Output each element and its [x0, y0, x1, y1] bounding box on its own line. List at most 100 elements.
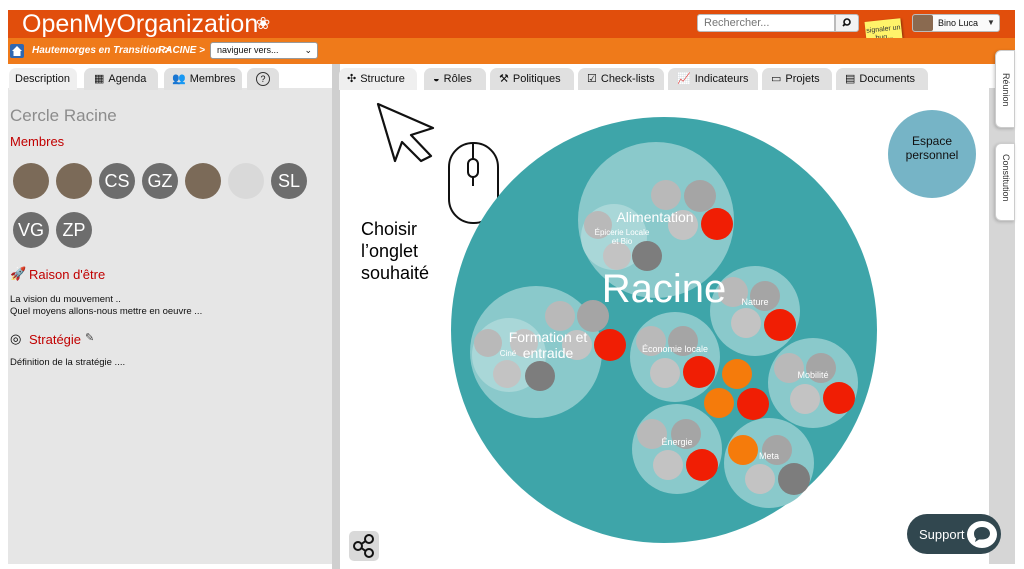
- role-node[interactable]: [653, 450, 683, 480]
- role-node[interactable]: [594, 329, 626, 361]
- role-node[interactable]: [737, 388, 769, 420]
- member-avatar[interactable]: SL: [271, 163, 307, 199]
- folder-icon: ▭: [771, 73, 782, 85]
- role-node[interactable]: [650, 358, 680, 388]
- member-avatar[interactable]: CS: [99, 163, 135, 199]
- member-avatar[interactable]: [228, 163, 264, 199]
- share-icon: [353, 534, 374, 558]
- role-node[interactable]: [701, 208, 733, 240]
- role-node[interactable]: [764, 309, 796, 341]
- member-avatar[interactable]: [56, 163, 92, 199]
- role-node[interactable]: [823, 382, 855, 414]
- breadcrumb-current: RACINE >: [158, 45, 205, 56]
- member-avatar[interactable]: ZP: [56, 212, 92, 248]
- strategy-heading: Stratégie: [29, 332, 82, 347]
- tab-description[interactable]: Description: [9, 68, 77, 90]
- app-title[interactable]: OpenMyOrganization: [22, 10, 258, 38]
- role-node[interactable]: [651, 180, 681, 210]
- member-avatar[interactable]: [185, 163, 221, 199]
- tab-indicators[interactable]: 📈 Indicateurs: [668, 68, 758, 90]
- roles-icon: ◒: [433, 73, 440, 85]
- tab-help[interactable]: ?: [247, 68, 279, 90]
- search-input[interactable]: [697, 14, 835, 32]
- tab-indicators-label: Indicateurs: [694, 73, 749, 85]
- caret-down-icon: ▼: [987, 18, 995, 27]
- tab-projects[interactable]: ▭ Projets: [762, 68, 832, 90]
- tab-roles-label: Rôles: [443, 73, 472, 85]
- role-node[interactable]: [745, 464, 775, 494]
- role-node[interactable]: [728, 435, 758, 465]
- role-node[interactable]: [778, 463, 810, 495]
- chart-icon: 📈: [677, 73, 691, 85]
- tab-meeting[interactable]: Réunion: [995, 50, 1015, 128]
- annotation-line-3: souhaité: [361, 263, 430, 283]
- role-node[interactable]: [686, 449, 718, 481]
- target-icon: ◎: [10, 331, 22, 346]
- tab-documents[interactable]: ▤ Documents: [836, 68, 928, 90]
- tab-documents-label: Documents: [859, 73, 916, 85]
- circle-epicerie-label: Épicerie Locale: [595, 228, 650, 237]
- role-node[interactable]: [545, 301, 575, 331]
- member-avatar[interactable]: [13, 163, 49, 199]
- tab-roles[interactable]: ◒ Rôles: [424, 68, 486, 90]
- annotation-line-1: Choisir: [361, 219, 418, 239]
- role-node[interactable]: [731, 308, 761, 338]
- tab-structure-label: Structure: [360, 73, 405, 85]
- document-icon: ▤: [845, 73, 856, 85]
- chat-glyph-icon: [974, 527, 990, 542]
- breadcrumb-organization[interactable]: Hautemorges en Transition: [32, 45, 161, 56]
- home-icon[interactable]: [10, 44, 24, 58]
- users-icon: 👥: [172, 73, 186, 85]
- structure-diagram[interactable]: Racine Alimentation Épicerie Locale et B…: [440, 105, 900, 555]
- navigate-select[interactable]: naviguer vers... ⌄: [210, 42, 318, 59]
- circle-cine-label: Ciné: [500, 349, 517, 358]
- house-glyph-icon: [12, 46, 22, 56]
- role-node[interactable]: [474, 329, 502, 357]
- support-label: Support: [919, 527, 965, 542]
- tab-members[interactable]: 👥 Membres: [164, 68, 242, 90]
- pencil-icon[interactable]: ✎: [85, 331, 94, 344]
- role-node[interactable]: [683, 356, 715, 388]
- circle-meta-label: Meta: [759, 451, 779, 461]
- role-node[interactable]: [704, 388, 734, 418]
- breadcrumb-circle[interactable]: RACINE: [158, 45, 196, 56]
- circle-formation-label: Formation et: [509, 329, 588, 345]
- gavel-icon: ⚒: [499, 73, 509, 85]
- personal-space-button[interactable]: Espace personnel: [885, 107, 979, 201]
- role-node[interactable]: [722, 359, 752, 389]
- tab-constitution[interactable]: Constitution: [995, 143, 1015, 221]
- tab-checklists-label: Check-lists: [600, 73, 655, 85]
- role-node[interactable]: [525, 361, 555, 391]
- tab-policies-label: Politiques: [512, 73, 561, 85]
- annotation-line-2: l’onglet: [361, 241, 419, 261]
- role-node[interactable]: [603, 242, 631, 270]
- share-button[interactable]: [349, 531, 379, 561]
- tab-constitution-label: Constitution: [1001, 154, 1011, 202]
- pointer-cursor-icon: [376, 102, 435, 163]
- personal-space-label-2: personnel: [906, 148, 959, 162]
- chevron-down-icon: ⌄: [304, 45, 312, 55]
- user-name: Bino Luca: [938, 18, 979, 28]
- role-node[interactable]: [790, 384, 820, 414]
- tab-checklists[interactable]: ☑ Check-lists: [578, 68, 664, 90]
- circle-epicerie-label-2: et Bio: [612, 237, 633, 246]
- member-avatar[interactable]: GZ: [142, 163, 178, 199]
- circle-energie[interactable]: [632, 404, 722, 494]
- calendar-icon: ▦: [94, 73, 105, 85]
- tab-policies[interactable]: ⚒ Politiques: [490, 68, 574, 90]
- tab-agenda[interactable]: ▦ Agenda: [84, 68, 158, 90]
- members-heading: Membres: [10, 134, 65, 149]
- search-button[interactable]: [835, 14, 859, 32]
- circle-economie[interactable]: [630, 312, 720, 402]
- help-icon: ?: [256, 72, 270, 86]
- circle-title: Cercle Racine: [10, 106, 117, 125]
- circle-alimentation-label: Alimentation: [616, 209, 693, 225]
- role-node[interactable]: [493, 360, 521, 388]
- panel-divider[interactable]: [332, 64, 340, 569]
- member-avatar[interactable]: VG: [13, 212, 49, 248]
- tab-structure[interactable]: ✣ Structure: [339, 68, 417, 90]
- personal-space-label: Espace: [912, 134, 952, 148]
- member-initials: ZP: [62, 220, 86, 240]
- role-node[interactable]: [684, 180, 716, 212]
- navigate-select-value: naviguer vers...: [217, 45, 279, 55]
